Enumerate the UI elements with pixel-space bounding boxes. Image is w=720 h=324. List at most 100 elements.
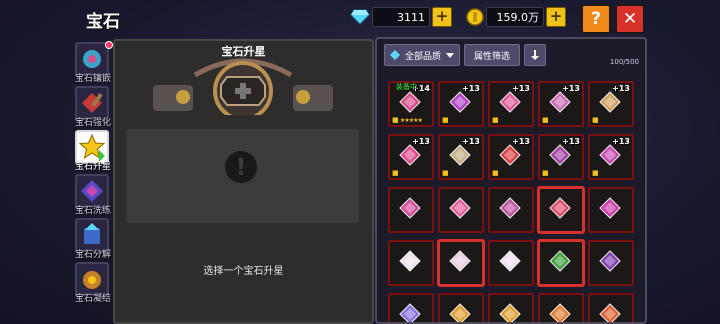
gem-icon — [449, 250, 471, 272]
sidebar-item-inlay[interactable]: 宝石镶嵌 — [71, 40, 115, 84]
lock-icon: ■ — [592, 116, 599, 124]
gem-slot[interactable] — [438, 187, 484, 233]
gem-slot[interactable]: +13 ■ — [388, 134, 434, 180]
gem-level: +13 — [562, 137, 580, 146]
gem-slot[interactable]: +13 ■ — [588, 134, 634, 180]
quality-filter-dropdown[interactable]: 全部品质 — [384, 44, 461, 66]
gem-icon — [599, 144, 621, 166]
notification-badge — [105, 41, 113, 49]
attribute-filter-button[interactable]: 属性筛选 — [464, 44, 521, 66]
gem-icon — [499, 91, 521, 113]
star-rating: ★★★★★ — [400, 117, 423, 124]
gem-level: +13 — [562, 84, 580, 93]
gem-slot[interactable] — [588, 293, 634, 322]
gem-slot[interactable]: +13 ■ — [438, 134, 484, 180]
filter-row: 全部品质 属性筛选 — [384, 44, 550, 66]
gem-slot[interactable]: +13 ■ — [438, 81, 484, 127]
gem-icon — [599, 250, 621, 272]
gem-slot[interactable] — [488, 293, 534, 322]
gem-icon — [549, 303, 571, 322]
gem-level: +13 — [512, 137, 530, 146]
gem-inventory-panel: 全部品质 属性筛选 100/500 +14 ■ 装备中 ★★★★★ +13 ■ +13 ■ +1… — [375, 37, 647, 324]
add-diamonds-button[interactable]: + — [432, 7, 452, 27]
chevron-down-icon — [446, 53, 455, 58]
sidebar-item-label: 宝石镶嵌 — [74, 74, 111, 84]
gold-amount: 159.0万 — [486, 7, 544, 27]
gem-icon — [399, 91, 421, 113]
alert-icon: ! — [225, 151, 257, 183]
sidebar-item-label: 宝石洗练 — [74, 206, 111, 216]
diamond-amount: 3111 — [372, 7, 430, 27]
gem-slot[interactable] — [588, 240, 634, 286]
sidebar-item-label: 宝石分解 — [74, 250, 111, 260]
gem-icon — [549, 91, 571, 113]
sidebar-item-refine[interactable]: 宝石洗练 — [71, 172, 115, 216]
sort-button[interactable] — [524, 44, 547, 66]
add-gold-button[interactable]: + — [546, 7, 566, 27]
close-button[interactable]: ✕ — [615, 4, 645, 34]
gem-slot[interactable] — [538, 293, 584, 322]
lock-icon: ■ — [492, 169, 499, 177]
gem-slot[interactable] — [538, 240, 584, 286]
gem-icon — [399, 144, 421, 166]
gem-level: +13 — [612, 137, 630, 146]
diamond-icon — [350, 9, 370, 25]
select-gem-prompt: 选择一个宝石升星 — [203, 266, 284, 277]
sidebar-item-label: 宝石凝结 — [74, 294, 111, 304]
gem-icon — [599, 91, 621, 113]
gem-slot[interactable] — [388, 240, 434, 286]
sort-down-icon — [531, 50, 540, 60]
gem-icon — [399, 250, 421, 272]
gem-icon — [399, 197, 421, 219]
gem-icon — [449, 303, 471, 322]
gem-level: +13 — [412, 137, 430, 146]
gem-slot[interactable] — [438, 240, 484, 286]
gem-slot[interactable] — [538, 187, 584, 233]
gem-slot[interactable] — [388, 187, 434, 233]
gem-icon — [499, 144, 521, 166]
gem-slot[interactable]: +14 ■ 装备中 ★★★★★ — [388, 81, 434, 127]
gem-icon — [549, 197, 571, 219]
gem-icon — [449, 197, 471, 219]
sidebar: 宝石镶嵌 宝石强化 宝石升星 宝石洗练 宝石分解 宝石凝结 — [71, 40, 115, 304]
gem-icon — [499, 197, 521, 219]
help-button[interactable]: ? — [581, 4, 611, 34]
page-title: 宝石 — [86, 12, 120, 32]
gem-level: +13 — [512, 84, 530, 93]
gem-icon — [549, 144, 571, 166]
gem-icon — [599, 197, 621, 219]
gem-level: +13 — [612, 84, 630, 93]
gem-level: +13 — [462, 84, 480, 93]
gem-slot[interactable]: +13 ■ — [488, 81, 534, 127]
gem-icon — [599, 303, 621, 322]
sidebar-item-decompose[interactable]: 宝石分解 — [71, 216, 115, 260]
gem-slot[interactable]: +13 ■ — [538, 134, 584, 180]
gem-slot[interactable]: +13 ■ — [488, 134, 534, 180]
gem-slot[interactable]: +13 ■ — [588, 81, 634, 127]
gem-slot[interactable] — [488, 240, 534, 286]
gem-slot[interactable] — [488, 187, 534, 233]
sidebar-item-label: 宝石强化 — [74, 118, 111, 128]
lock-icon: ■ — [592, 169, 599, 177]
quality-filter-label: 全部品质 — [405, 51, 442, 62]
gem-icon — [499, 250, 521, 272]
gem-slot[interactable] — [588, 187, 634, 233]
gem-icon — [499, 303, 521, 322]
sidebar-item-star-up[interactable]: 宝石升星 — [71, 128, 115, 172]
gem-slot[interactable] — [388, 293, 434, 322]
gem-socket[interactable] — [145, 55, 341, 115]
star-up-panel: 宝石升星 ! 选择一个宝石升星 — [113, 39, 374, 324]
gem-level: +13 — [462, 137, 480, 146]
lock-icon: ■ — [542, 116, 549, 124]
gem-slot[interactable]: +13 ■ — [538, 81, 584, 127]
sidebar-item-condense[interactable]: 宝石凝结 — [71, 260, 115, 304]
lock-icon: ■ — [392, 169, 399, 177]
diamond-currency: 3111 + — [350, 6, 452, 28]
sidebar-item-enhance[interactable]: 宝石强化 — [71, 84, 115, 128]
lock-icon: ■ — [392, 116, 399, 124]
lock-icon: ■ — [442, 116, 449, 124]
lock-icon: ■ — [442, 169, 449, 177]
gem-slot[interactable] — [438, 293, 484, 322]
gem-info-box: ! — [126, 129, 359, 223]
quality-icon — [390, 50, 400, 60]
